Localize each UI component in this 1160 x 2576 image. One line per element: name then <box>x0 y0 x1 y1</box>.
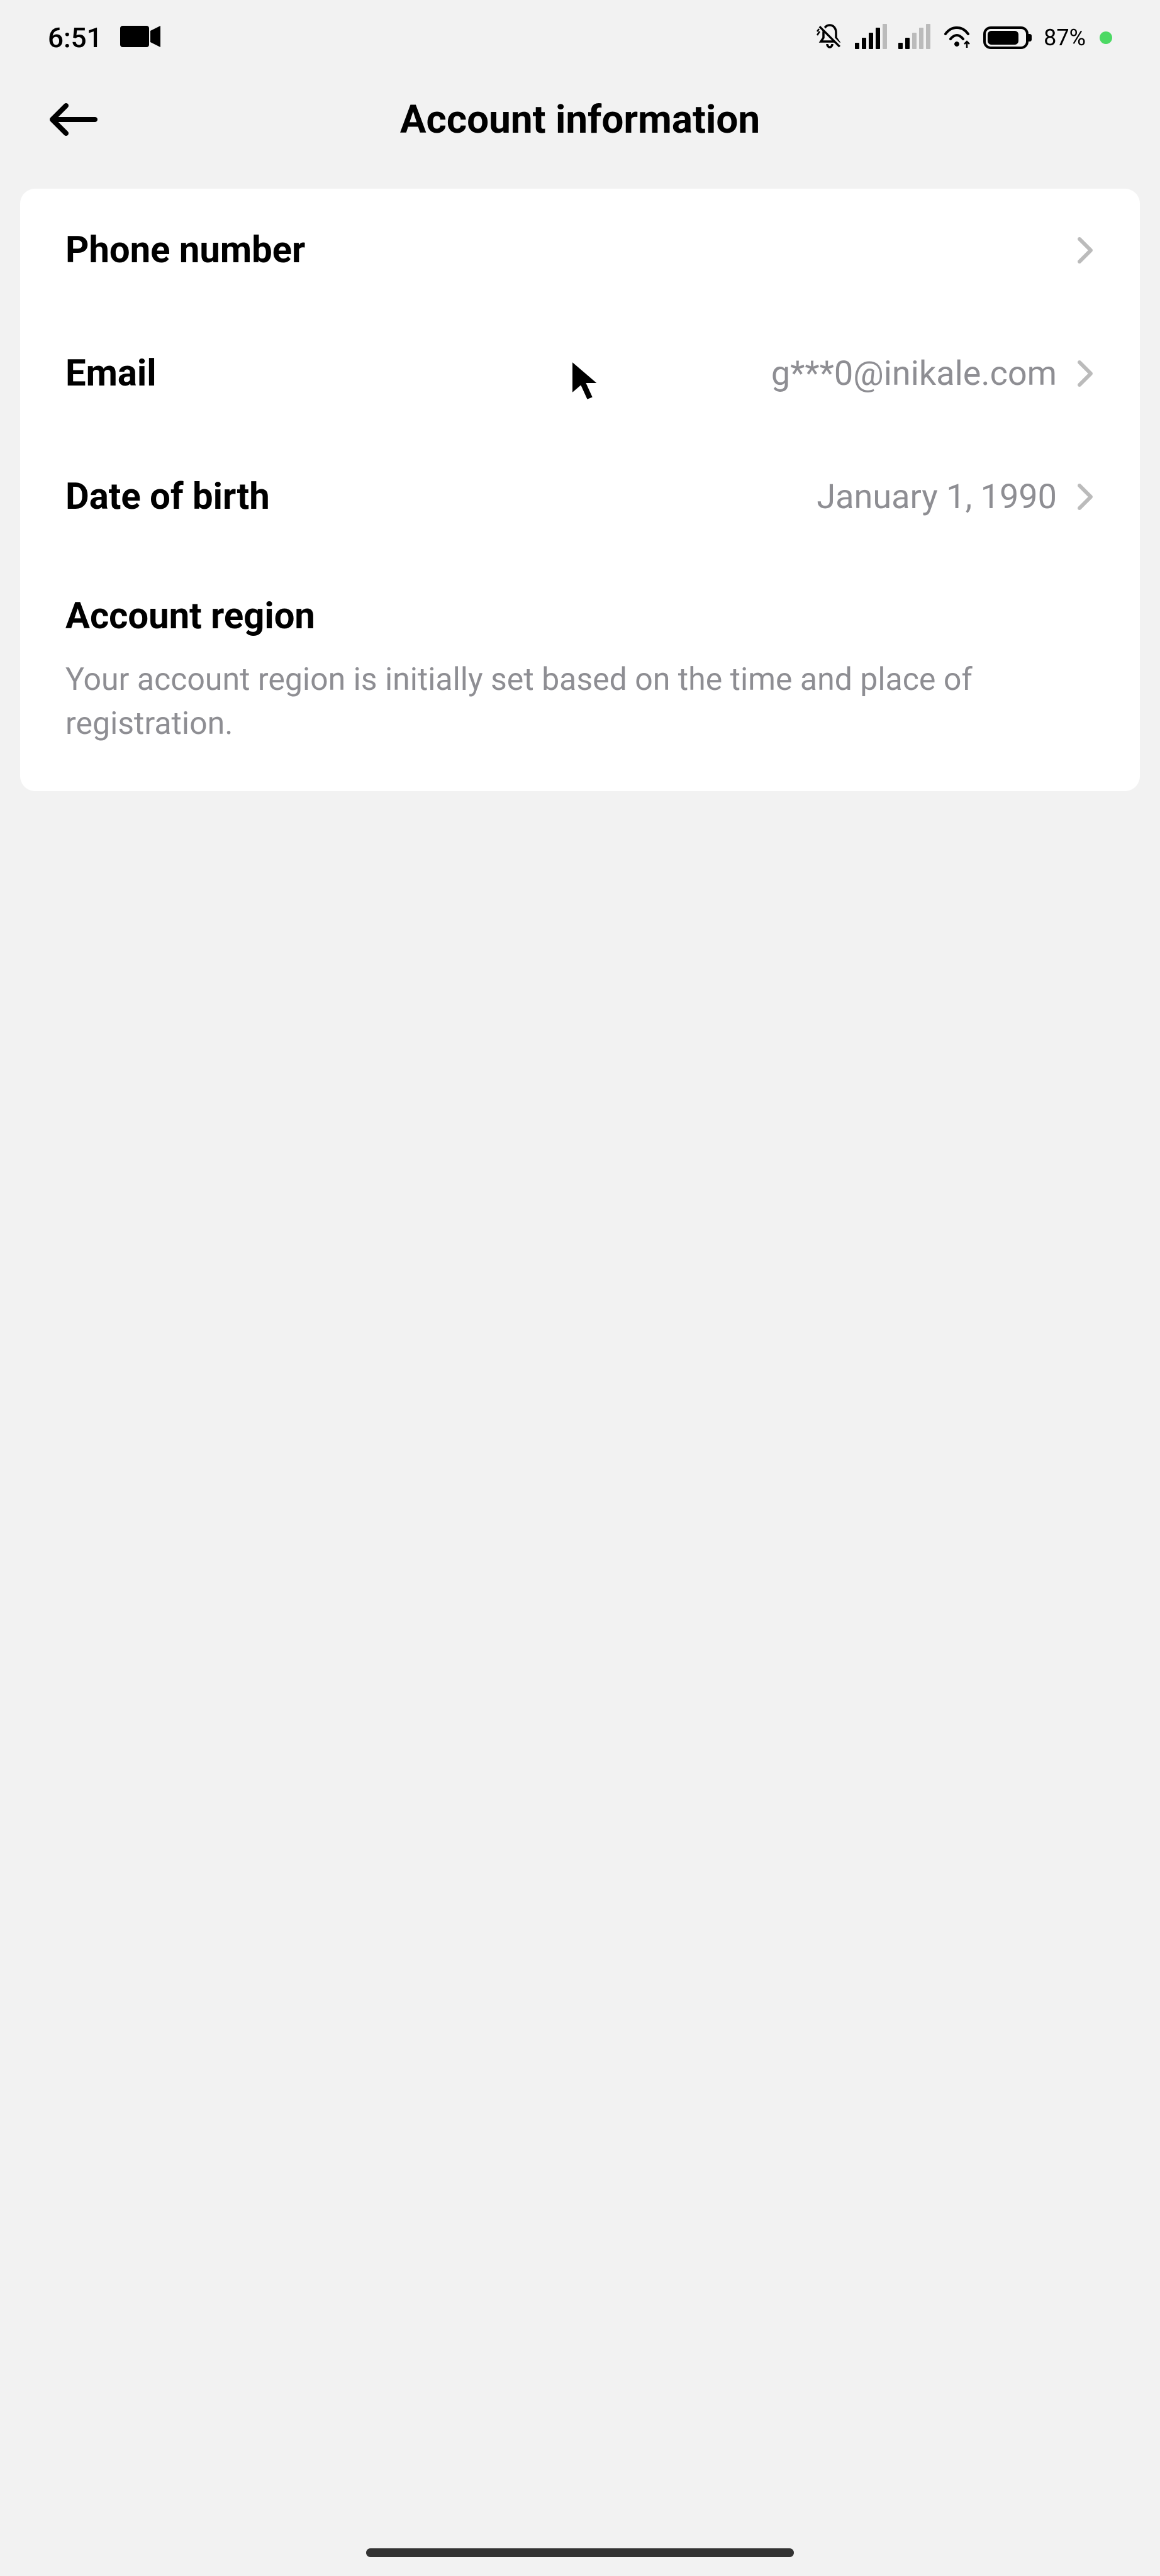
phone-number-label: Phone number <box>65 229 305 272</box>
chevron-right-icon <box>1077 483 1095 511</box>
email-label: Email <box>65 352 157 395</box>
status-time: 6:51 <box>48 21 103 54</box>
date-of-birth-row[interactable]: Date of birth January 1, 1990 <box>20 435 1140 558</box>
video-recording-icon <box>120 25 162 51</box>
status-bar: 6:51 <box>0 0 1160 75</box>
battery-icon <box>983 26 1029 49</box>
back-button[interactable] <box>44 91 101 148</box>
home-indicator[interactable] <box>366 2548 794 2557</box>
account-region-title: Account region <box>65 595 1095 638</box>
notification-muted-icon <box>816 23 844 53</box>
battery-percent: 87% <box>1044 25 1086 51</box>
email-value: g***0@inikale.com <box>771 354 1057 394</box>
page-header: Account information <box>0 75 1160 164</box>
status-right: 87% <box>816 23 1112 53</box>
signal-strength-icon-2 <box>898 26 930 49</box>
chevron-right-icon <box>1077 360 1095 387</box>
signal-strength-icon-1 <box>855 26 887 49</box>
wifi-icon <box>942 24 972 52</box>
date-of-birth-label: Date of birth <box>65 475 270 518</box>
mouse-cursor-icon <box>569 358 601 402</box>
arrow-left-icon <box>47 101 98 138</box>
status-left: 6:51 <box>48 21 162 54</box>
page-title: Account information <box>400 97 760 143</box>
account-region-section: Account region Your account region is in… <box>20 558 1140 791</box>
account-region-description: Your account region is initially set bas… <box>65 658 1095 746</box>
settings-card: Phone number Email g***0@inikale.com Dat… <box>20 189 1140 791</box>
phone-number-row[interactable]: Phone number <box>20 189 1140 312</box>
chevron-right-icon <box>1077 236 1095 264</box>
recording-indicator-dot <box>1100 31 1112 44</box>
date-of-birth-value: January 1, 1990 <box>817 477 1057 517</box>
